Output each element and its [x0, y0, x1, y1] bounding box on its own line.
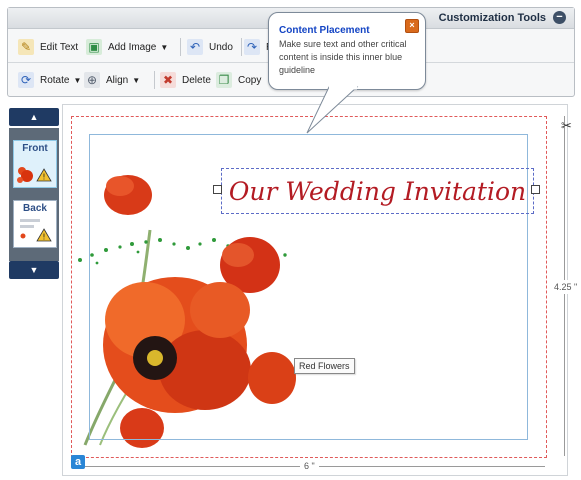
copy-icon: ❐	[216, 72, 232, 88]
popup-pointer	[306, 86, 359, 134]
arrow-up-icon: ▲	[29, 112, 39, 122]
undo-label: Undo	[209, 41, 233, 53]
image-tooltip: Red Flowers	[294, 358, 355, 374]
undo-button[interactable]: ↶ Undo	[187, 37, 233, 57]
align-icon: ⊕	[84, 72, 100, 88]
resize-handle-right[interactable]	[531, 185, 540, 194]
chevron-down-icon: ▼	[73, 75, 82, 85]
chevron-down-icon: ▼	[132, 75, 141, 85]
resize-handle-left[interactable]	[213, 185, 222, 194]
rotate-button[interactable]: ⟳ Rotate ▼	[18, 70, 81, 90]
invitation-title[interactable]: Our Wedding Invitation	[229, 177, 526, 206]
arrow-down-icon: ▼	[29, 265, 39, 275]
brand-logo-icon: a	[71, 455, 85, 469]
rotate-icon: ⟳	[18, 72, 34, 88]
scroll-up-button[interactable]: ▲	[9, 108, 59, 126]
side-panel: ▲ Front ! Back ! ▼	[9, 108, 59, 282]
collapse-icon[interactable]: −	[553, 11, 566, 24]
rotate-label: Rotate	[40, 74, 70, 86]
thumbnail-front[interactable]: Front !	[13, 140, 57, 188]
edit-text-button[interactable]: ✎ Edit Text	[18, 37, 78, 57]
svg-text:!: !	[42, 173, 45, 182]
add-image-button[interactable]: ▣ Add Image ▼	[86, 37, 168, 57]
close-icon[interactable]: ×	[405, 19, 419, 33]
delete-icon: ✖	[160, 72, 176, 88]
thumbnail-back[interactable]: Back !	[13, 200, 57, 248]
delete-label: Delete	[182, 74, 211, 86]
width-dimension-label: 6 "	[300, 461, 319, 471]
popup-message: Make sure text and other critical conten…	[279, 39, 407, 75]
toolbar-title: Customization Tools	[438, 12, 546, 24]
front-thumbnail-preview: !	[17, 167, 52, 183]
redo-icon: ↷	[244, 39, 260, 55]
pencil-icon: ✎	[18, 39, 34, 55]
copy-button[interactable]: ❐ Copy	[216, 70, 261, 90]
add-image-label: Add Image	[108, 41, 157, 53]
align-label: Align	[106, 74, 129, 86]
copy-label: Copy	[238, 74, 262, 86]
page-thumbnails: Front ! Back !	[9, 128, 59, 261]
title-text-box[interactable]: Our Wedding Invitation	[221, 168, 534, 214]
toolbar-divider	[241, 38, 242, 56]
delete-button[interactable]: ✖ Delete	[160, 70, 211, 90]
scroll-down-button[interactable]: ▼	[9, 261, 59, 279]
back-thumbnail-preview: !	[20, 219, 52, 242]
chevron-down-icon: ▼	[160, 42, 169, 52]
svg-text:!: !	[42, 233, 45, 242]
image-icon: ▣	[86, 39, 102, 55]
undo-icon: ↶	[187, 39, 203, 55]
edit-text-label: Edit Text	[40, 41, 79, 53]
scissors-icon: ✂	[561, 118, 572, 133]
align-button[interactable]: ⊕ Align ▼	[84, 70, 140, 90]
height-dimension-label: 4.25 "	[554, 280, 578, 294]
toolbar-divider	[180, 38, 181, 56]
toolbar-divider	[154, 71, 155, 89]
popup-title: Content Placement	[279, 25, 370, 36]
content-placement-popup: Content Placement × Make sure text and o…	[268, 12, 426, 90]
